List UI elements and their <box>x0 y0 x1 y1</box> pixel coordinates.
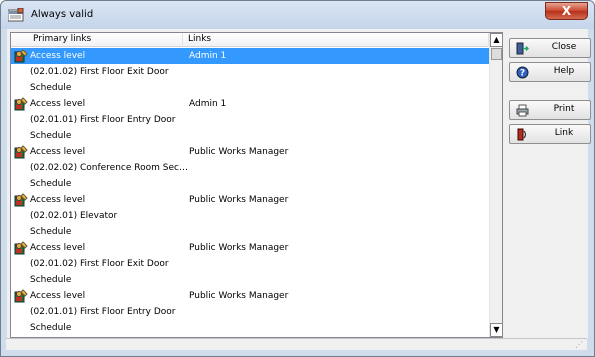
table-row[interactable]: (02.02.02) Conference Room Sec… <box>11 160 489 176</box>
primary-link-cell: Schedule <box>30 227 72 237</box>
primary-link-cell: (02.01.02) First Floor Exit Door <box>30 259 169 269</box>
primary-link-cell: Schedule <box>30 83 72 93</box>
links-list-view[interactable]: Primary links Links Access level Admin 1 (… <box>10 32 503 338</box>
links-cell: Public Works Manager <box>189 243 289 253</box>
links-cell: Public Works Manager <box>189 195 289 205</box>
access-level-icon <box>14 241 28 255</box>
link-button-label: Link <box>554 128 574 138</box>
close-button[interactable]: Close <box>509 38 591 58</box>
table-row[interactable]: Access level Public Works Manager <box>11 192 489 208</box>
table-row[interactable]: Schedule <box>11 176 489 192</box>
table-row[interactable]: Access level Admin 1 <box>11 48 489 64</box>
primary-link-cell: (02.01.01) First Floor Entry Door <box>30 115 176 125</box>
primary-link-cell: Schedule <box>30 323 72 333</box>
printer-icon <box>516 104 529 117</box>
scroll-down-button[interactable]: ▼ <box>490 323 502 337</box>
resize-grip-icon[interactable]: ⋰ <box>575 340 583 349</box>
app-icon <box>8 8 24 22</box>
access-level-icon <box>14 97 28 111</box>
access-level-icon <box>14 49 28 63</box>
print-button-label: Print <box>553 104 575 114</box>
table-row[interactable]: (02.01.01) First Floor Entry Door <box>11 112 489 128</box>
table-row[interactable]: (02.01.02) First Floor Exit Door <box>11 256 489 272</box>
column-header-links[interactable]: Links <box>183 33 489 47</box>
primary-link-cell: Access level <box>30 291 86 301</box>
window-close-button[interactable]: X <box>545 2 588 20</box>
primary-link-cell: Access level <box>30 51 86 61</box>
scroll-thumb[interactable] <box>491 48 502 60</box>
help-button[interactable]: ? Help <box>509 62 591 82</box>
primary-link-cell: Access level <box>30 147 86 157</box>
primary-link-cell: (02.01.01) First Floor Entry Door <box>30 307 176 317</box>
help-icon: ? <box>516 66 529 79</box>
table-row[interactable]: Access level Public Works Manager <box>11 240 489 256</box>
list-header: Primary links Links <box>11 33 489 47</box>
access-level-icon <box>14 289 28 303</box>
close-button-label: Close <box>551 42 577 52</box>
access-level-icon <box>14 193 28 207</box>
primary-link-cell: Schedule <box>30 179 72 189</box>
column-header-primary-links[interactable]: Primary links <box>28 33 183 47</box>
links-cell: Admin 1 <box>189 99 227 109</box>
print-button[interactable]: Print <box>509 100 591 120</box>
primary-link-cell: (02.02.01) Elevator <box>30 211 118 221</box>
link-button[interactable]: Link <box>509 124 591 144</box>
exit-door-icon <box>516 42 529 55</box>
scroll-up-button[interactable]: ▲ <box>490 33 502 47</box>
primary-link-cell: Access level <box>30 195 86 205</box>
table-row[interactable]: Schedule <box>11 128 489 144</box>
status-bar: ⋰ <box>6 338 587 350</box>
vertical-scrollbar[interactable]: ▲ ▼ <box>489 33 502 337</box>
table-row[interactable]: (02.01.02) First Floor Exit Door <box>11 64 489 80</box>
list-rows: Access level Admin 1 (02.01.02) First Floo… <box>11 48 489 337</box>
links-cell: Public Works Manager <box>189 147 289 157</box>
table-row[interactable]: Schedule <box>11 80 489 96</box>
access-level-icon <box>14 145 28 159</box>
primary-link-cell: Schedule <box>30 131 72 141</box>
table-row[interactable]: Schedule <box>11 272 489 288</box>
window-title: Always valid <box>31 9 94 20</box>
primary-link-cell: (02.01.02) First Floor Exit Door <box>30 67 169 77</box>
table-row[interactable]: Access level Public Works Manager <box>11 288 489 304</box>
table-row[interactable]: (02.02.01) Elevator <box>11 208 489 224</box>
primary-link-cell: Schedule <box>30 275 72 285</box>
links-cell: Public Works Manager <box>189 291 289 301</box>
table-row[interactable]: Schedule <box>11 224 489 240</box>
links-cell: Admin 1 <box>189 51 227 61</box>
primary-link-cell: Access level <box>30 99 86 109</box>
primary-link-cell: Access level <box>30 243 86 253</box>
title-bar[interactable]: Always valid X <box>1 1 594 29</box>
help-button-label: Help <box>553 66 575 76</box>
table-row[interactable]: (02.01.01) First Floor Entry Door <box>11 304 489 320</box>
table-row[interactable]: Access level Admin 1 <box>11 96 489 112</box>
link-icon <box>517 128 527 141</box>
table-row[interactable]: Schedule <box>11 320 489 336</box>
primary-link-cell: (02.02.02) Conference Room Sec… <box>30 163 188 173</box>
svg-text:?: ? <box>520 69 525 79</box>
table-row[interactable]: Access level Public Works Manager <box>11 144 489 160</box>
